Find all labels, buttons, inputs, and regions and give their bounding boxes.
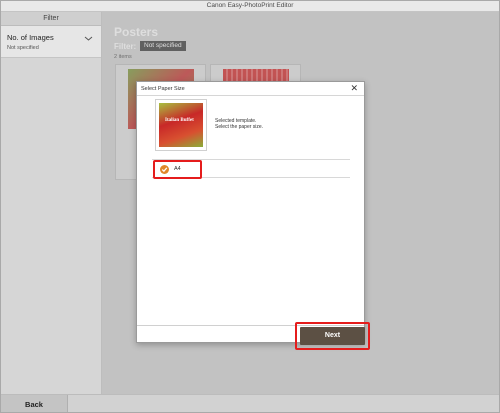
window-title: Canon Easy-PhotoPrint Editor [206, 2, 294, 9]
select-paper-size-dialog: Select Paper Size ✕ Italian Buffet Selec… [136, 81, 370, 350]
template-thumb-text: Italian Buffet [165, 118, 194, 123]
next-button-highlight: Next [295, 322, 370, 350]
back-button[interactable]: Back [1, 395, 68, 412]
chevron-down-icon[interactable] [84, 35, 93, 42]
selected-template-preview: Italian Buffet [155, 99, 207, 151]
next-button[interactable]: Next [300, 327, 365, 345]
filter-sidebar: Filter No. of Images Not specified [1, 12, 102, 394]
template-image [159, 103, 203, 147]
dialog-title: Select Paper Size [141, 86, 185, 92]
dialog-description: Select the paper size. [215, 124, 264, 130]
paper-size-option-a4[interactable]: A4 [153, 160, 202, 179]
filter-item-name: No. of Images [7, 33, 54, 42]
filter-item-value: Not specified [7, 45, 39, 51]
bottom-bar: Back [1, 394, 499, 412]
title-bar: Canon Easy-PhotoPrint Editor [1, 1, 499, 12]
close-icon[interactable]: ✕ [350, 83, 358, 94]
sidebar-header: Filter [1, 12, 101, 26]
app-window: Canon Easy-PhotoPrint Editor Filter No. … [0, 0, 500, 413]
filter-no-of-images[interactable]: No. of Images Not specified [1, 26, 101, 58]
check-icon [160, 165, 169, 174]
divider [137, 95, 364, 96]
option-label: A4 [174, 166, 181, 172]
